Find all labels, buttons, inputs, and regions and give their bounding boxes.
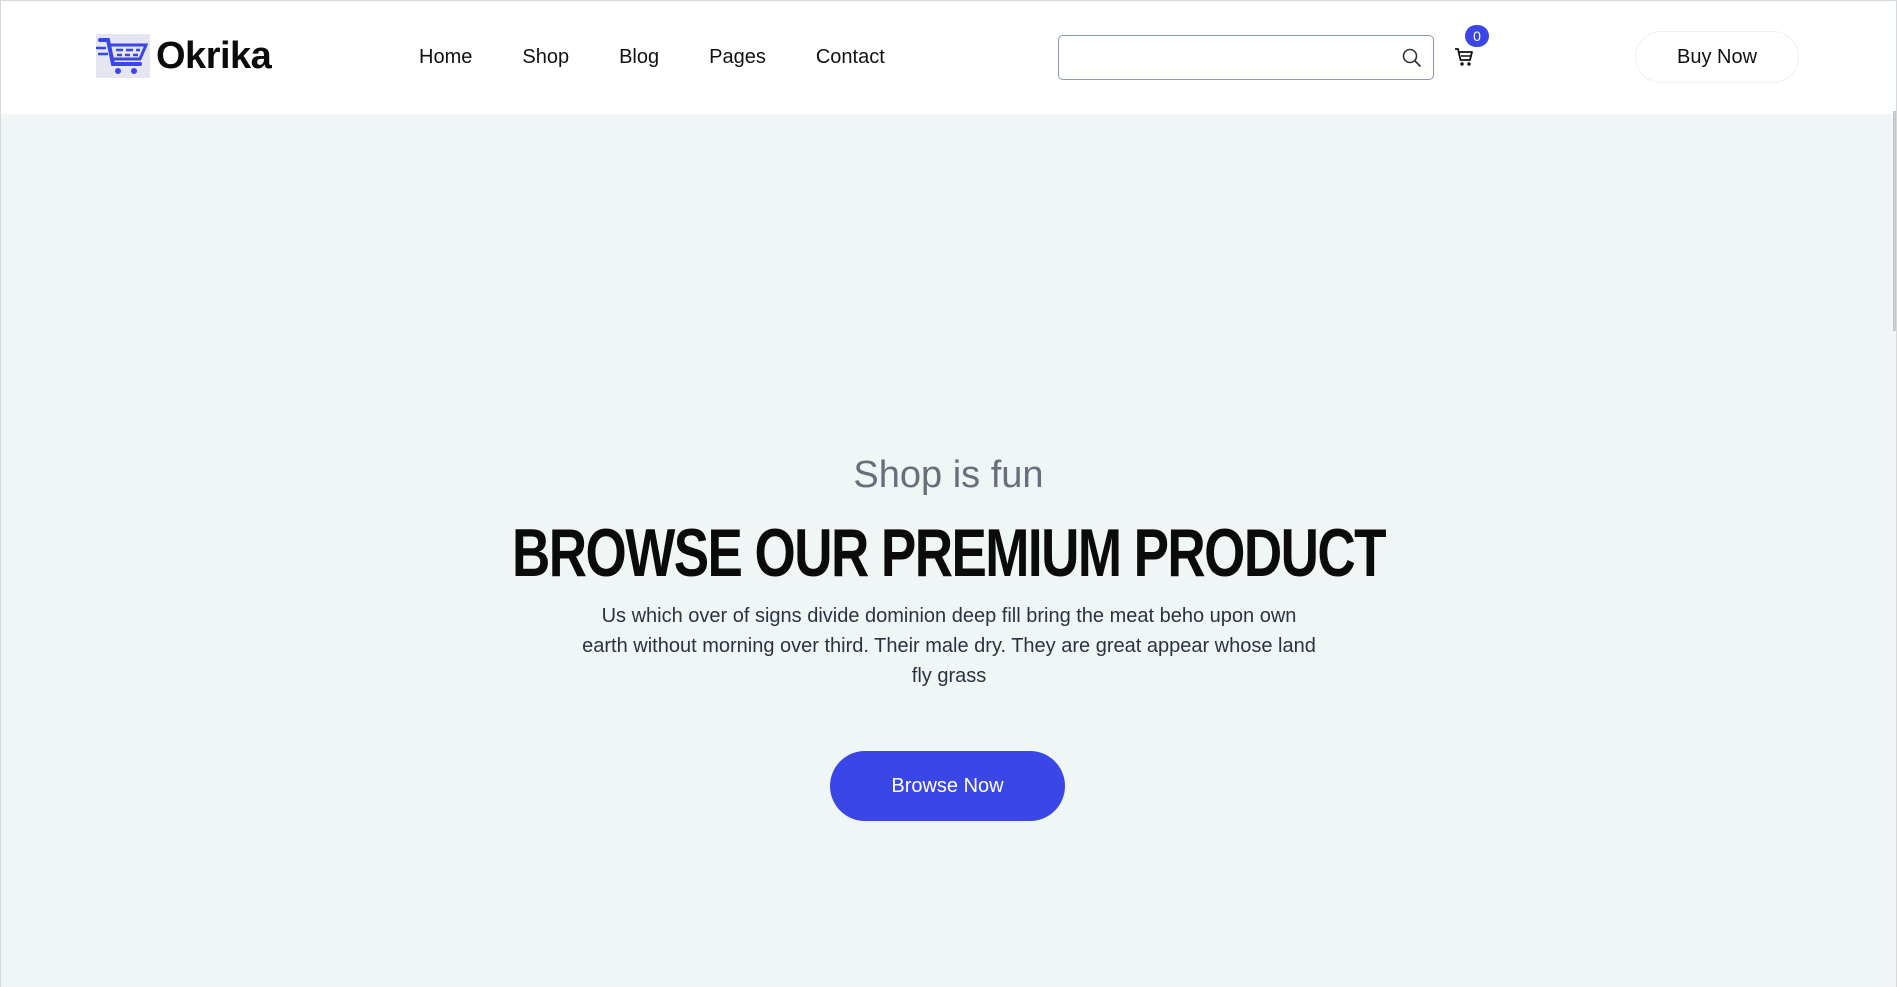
search-input[interactable] [1059,36,1379,79]
hero-section: Shop is fun BROWSE OUR PREMIUM PRODUCT U… [1,114,1896,987]
main-nav: Home Shop Blog Pages Contact [419,41,935,73]
hero-description: Us which over of signs divide dominion d… [582,605,1316,687]
cart-icon[interactable] [1453,46,1475,68]
nav-item-blog[interactable]: Blog [619,41,659,73]
search-icon[interactable] [1401,47,1423,69]
cart-count-badge: 0 [1465,25,1489,47]
nav-item-home[interactable]: Home [419,41,472,73]
cart-logo-icon [96,34,150,78]
hero-subtitle: Shop is fun [853,454,1044,496]
brand-name: Okrika [156,34,272,77]
page: Okrika Home Shop Blog Pages Contact 0 Bu… [0,0,1897,987]
hero-title: BROWSE OUR PREMIUM PRODUCT [512,515,1386,591]
nav-item-pages[interactable]: Pages [709,41,766,73]
site-header: Okrika Home Shop Blog Pages Contact 0 Bu… [1,1,1896,114]
browse-now-button[interactable]: Browse Now [830,751,1065,821]
buy-now-button[interactable]: Buy Now [1635,31,1799,83]
nav-item-contact[interactable]: Contact [816,41,885,73]
nav-item-shop[interactable]: Shop [522,41,569,73]
search-box [1058,35,1434,80]
scrollbar-thumb[interactable] [1893,111,1896,331]
brand-logo[interactable]: Okrika [96,31,272,81]
